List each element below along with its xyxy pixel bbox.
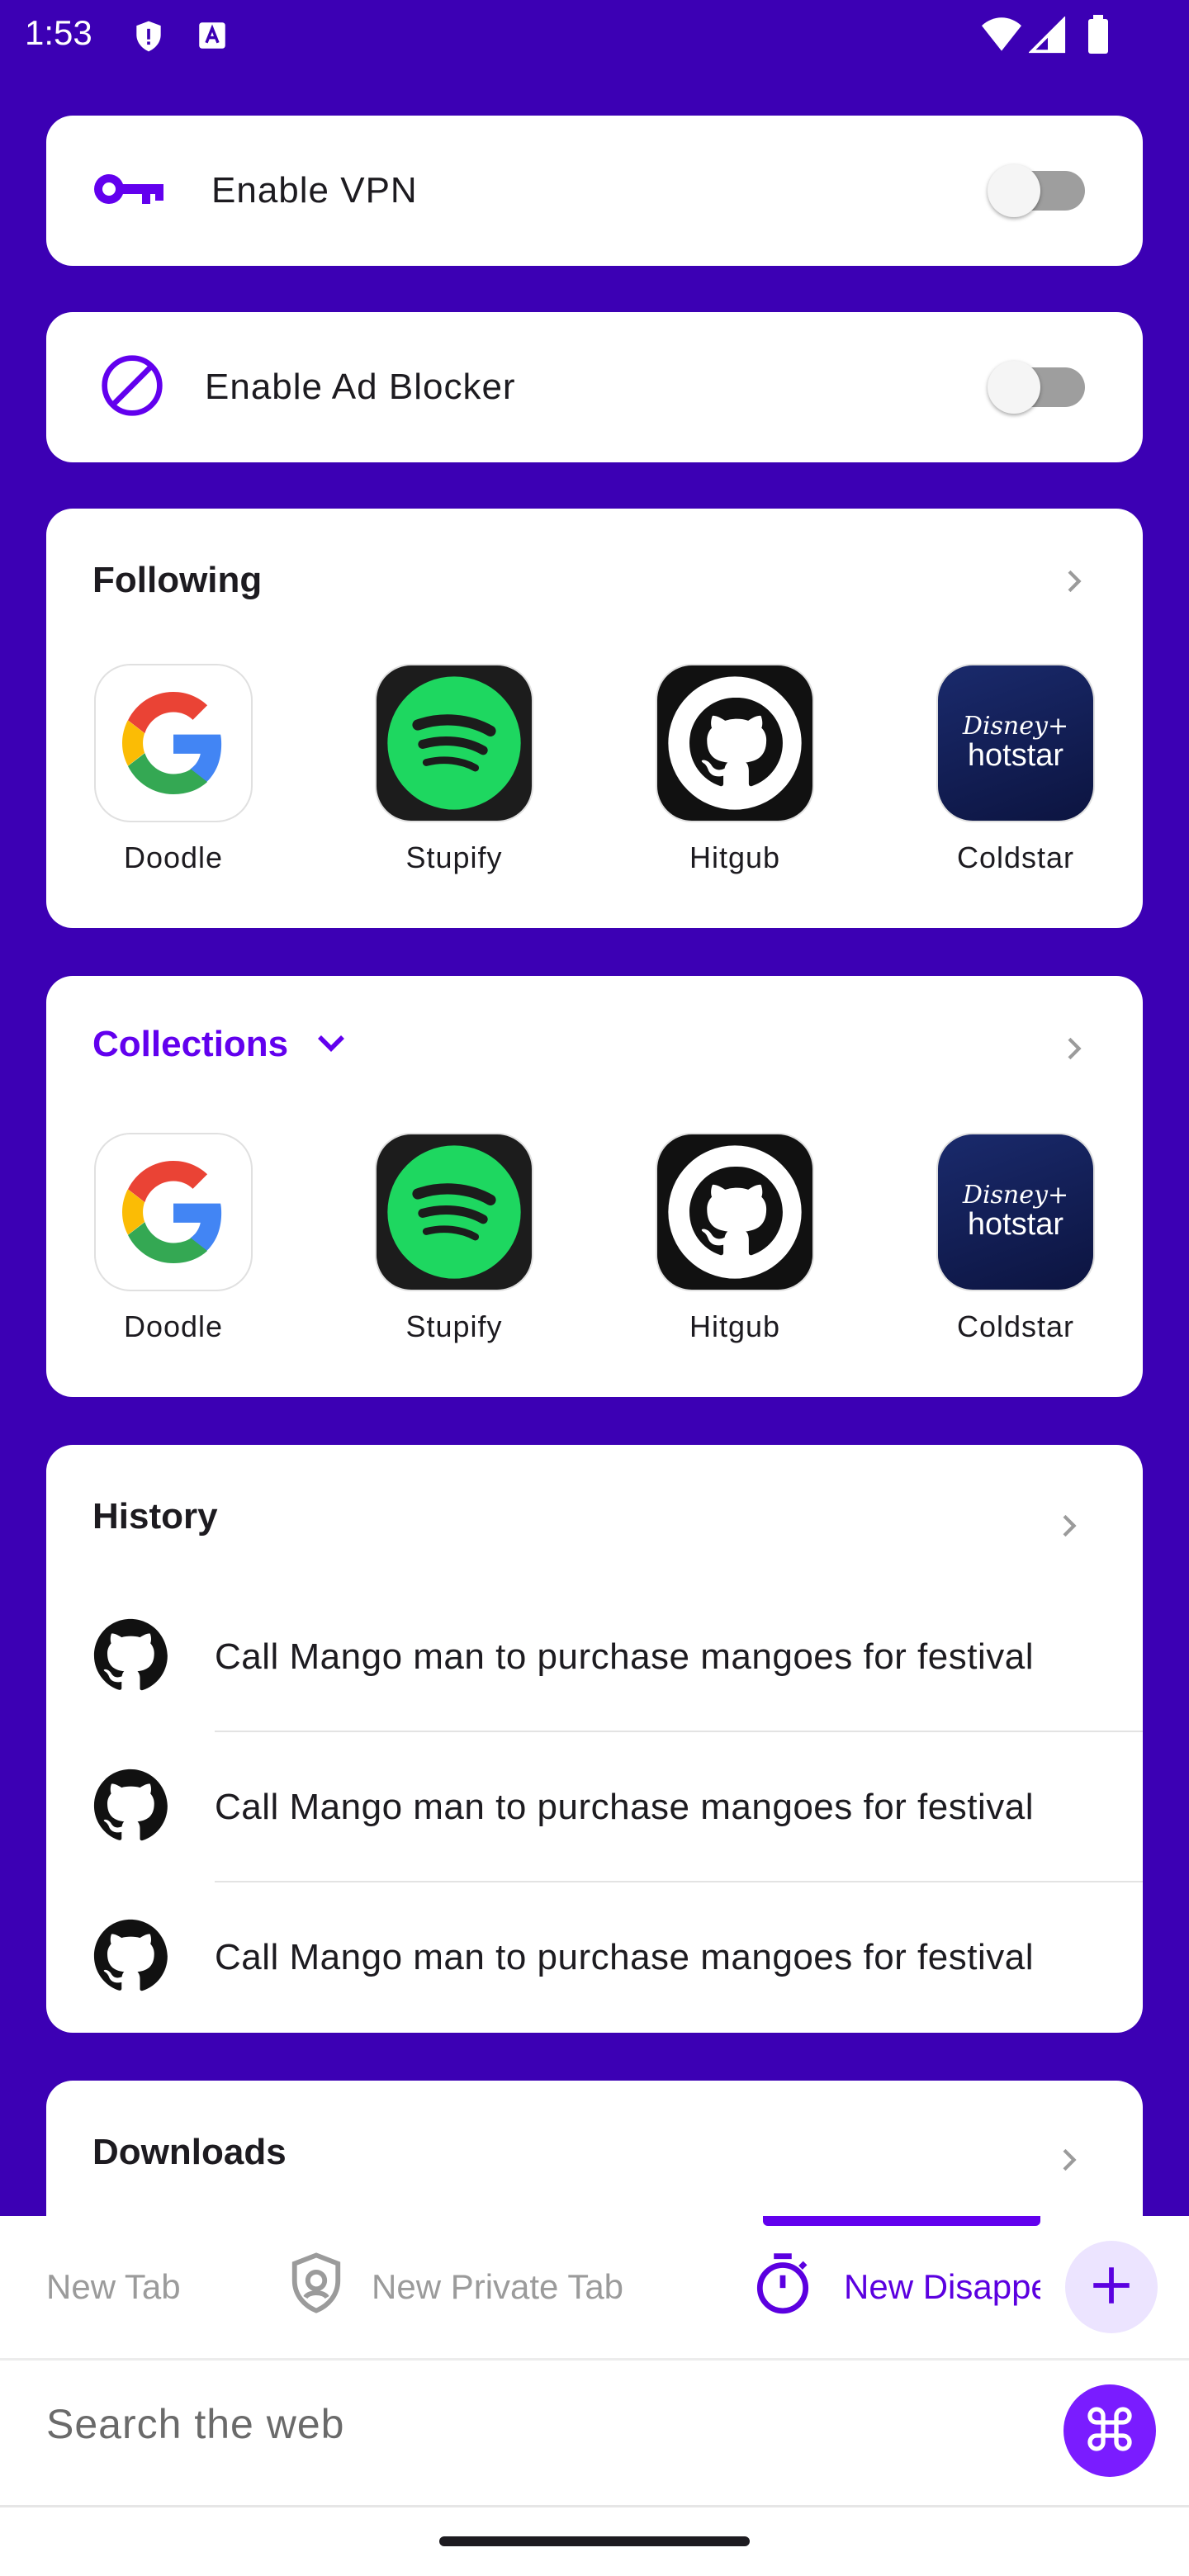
collections-chevron-right-icon[interactable] bbox=[1057, 1032, 1090, 1069]
collections-dropdown[interactable]: Collections bbox=[92, 1022, 351, 1066]
ad-blocker-card[interactable]: Enable Ad Blocker bbox=[46, 312, 1143, 462]
vpn-toggle[interactable] bbox=[988, 164, 1085, 217]
hotstar-logo-brand: Disney+ bbox=[962, 712, 1069, 741]
app-tile-doodle[interactable]: Doodle bbox=[92, 664, 254, 875]
app-label: Coldstar bbox=[956, 841, 1075, 874]
chevron-down-icon bbox=[311, 1022, 351, 1066]
history-item-text: Call Mango man to purchase mangoes for f… bbox=[215, 1636, 1034, 1677]
hotstar-logo-name: hotstar bbox=[967, 738, 1064, 773]
vpn-label: Enable VPN bbox=[211, 170, 418, 211]
app-tile-stupify[interactable]: Stupify bbox=[373, 1133, 535, 1344]
command-button[interactable] bbox=[1063, 2384, 1156, 2477]
app-label: Coldstar bbox=[956, 1309, 1075, 1343]
history-title: History bbox=[92, 1496, 218, 1537]
app-label: Hitgub bbox=[689, 841, 781, 874]
google-icon bbox=[94, 664, 253, 822]
following-chevron-right-icon[interactable] bbox=[1057, 565, 1090, 602]
history-item[interactable]: Call Mango man to purchase mangoes for f… bbox=[46, 1582, 1143, 1732]
app-tile-coldstar[interactable]: Disney+ hotstar Coldstar bbox=[935, 1133, 1097, 1344]
tab-new-private-tab[interactable]: New Private Tab bbox=[287, 2216, 623, 2358]
ad-blocker-toggle-knob bbox=[988, 361, 1040, 414]
hotstar-logo-name: hotstar bbox=[967, 1207, 1064, 1242]
active-tab-indicator bbox=[763, 2216, 1040, 2226]
status-bar: 1:53 bbox=[0, 0, 1189, 71]
app-tile-hitgub[interactable]: Hitgub bbox=[654, 1133, 816, 1344]
spotify-icon bbox=[375, 1133, 533, 1291]
history-item[interactable]: Call Mango man to purchase mangoes for f… bbox=[46, 1882, 1143, 2033]
hotstar-logo-brand: Disney+ bbox=[962, 1181, 1069, 1210]
battery-icon bbox=[1087, 15, 1110, 59]
downloads-chevron-right-icon[interactable] bbox=[1052, 2143, 1085, 2181]
search-input[interactable] bbox=[46, 2391, 1021, 2457]
vpn-toggle-knob bbox=[988, 164, 1040, 217]
following-card: Following Doodle Stupify Hitgub Disney+ … bbox=[46, 509, 1143, 928]
github-icon bbox=[656, 1133, 814, 1291]
key-icon bbox=[92, 168, 165, 214]
history-item[interactable]: Call Mango man to purchase mangoes for f… bbox=[46, 1732, 1143, 1882]
github-icon bbox=[92, 1617, 168, 1698]
cellular-signal-icon bbox=[1028, 16, 1067, 59]
command-icon bbox=[1083, 2403, 1136, 2460]
collections-card: Collections Doodle Stupify Hitgub Disney… bbox=[46, 976, 1143, 1397]
home-indicator[interactable] bbox=[439, 2536, 750, 2546]
hotstar-icon: Disney+ hotstar bbox=[936, 664, 1095, 822]
app-tile-hitgub[interactable]: Hitgub bbox=[654, 664, 816, 875]
app-label: Hitgub bbox=[689, 1309, 781, 1343]
spotify-icon bbox=[375, 664, 533, 822]
search-divider bbox=[0, 2505, 1189, 2507]
github-icon bbox=[656, 664, 814, 822]
history-chevron-right-icon[interactable] bbox=[1052, 1509, 1085, 1546]
app-label: Doodle bbox=[123, 1309, 224, 1343]
plus-icon bbox=[1087, 2261, 1135, 2313]
app-tile-coldstar[interactable]: Disney+ hotstar Coldstar bbox=[935, 664, 1097, 875]
tab-new-private-tab-label: New Private Tab bbox=[372, 2267, 624, 2306]
tab-new-disappearing-tab-label: New Disappearing Tab bbox=[844, 2267, 1040, 2306]
timer-icon bbox=[751, 2250, 814, 2324]
app-label: Stupify bbox=[405, 1309, 503, 1343]
add-tab-button[interactable] bbox=[1065, 2241, 1158, 2333]
tabbar-divider bbox=[0, 2358, 1189, 2361]
history-card: History Call Mango man to purchase mango… bbox=[46, 1445, 1143, 2033]
block-icon bbox=[99, 353, 165, 423]
github-icon bbox=[92, 1768, 168, 1848]
app-label: Stupify bbox=[405, 841, 503, 874]
tab-new-tab-label: New Tab bbox=[46, 2267, 181, 2306]
wifi-icon bbox=[979, 15, 1024, 59]
app-tile-stupify[interactable]: Stupify bbox=[373, 664, 535, 875]
hotstar-icon: Disney+ hotstar bbox=[936, 1133, 1095, 1291]
app-tile-doodle[interactable]: Doodle bbox=[92, 1133, 254, 1344]
vpn-card[interactable]: Enable VPN bbox=[46, 116, 1143, 266]
github-icon bbox=[92, 1918, 168, 1998]
shield-status-icon bbox=[130, 18, 167, 59]
ad-blocker-label: Enable Ad Blocker bbox=[205, 367, 516, 407]
status-time: 1:53 bbox=[25, 13, 92, 52]
tab-new-tab[interactable]: New Tab bbox=[46, 2216, 181, 2358]
tab-new-disappearing-tab[interactable]: New Disappearing Tab bbox=[751, 2216, 1040, 2358]
ad-blocker-toggle[interactable] bbox=[988, 361, 1085, 414]
keyboard-status-icon bbox=[195, 18, 230, 57]
collections-title: Collections bbox=[92, 1023, 289, 1064]
history-item-text: Call Mango man to purchase mangoes for f… bbox=[215, 1937, 1034, 1977]
tab-bar: New Tab New Private Tab New Disappearing… bbox=[0, 2216, 1189, 2358]
google-icon bbox=[94, 1133, 253, 1291]
history-item-text: Call Mango man to purchase mangoes for f… bbox=[215, 1787, 1034, 1827]
downloads-title: Downloads bbox=[92, 2132, 287, 2172]
app-label: Doodle bbox=[123, 841, 224, 874]
private-shield-icon bbox=[287, 2250, 345, 2324]
following-title: Following bbox=[92, 560, 263, 600]
